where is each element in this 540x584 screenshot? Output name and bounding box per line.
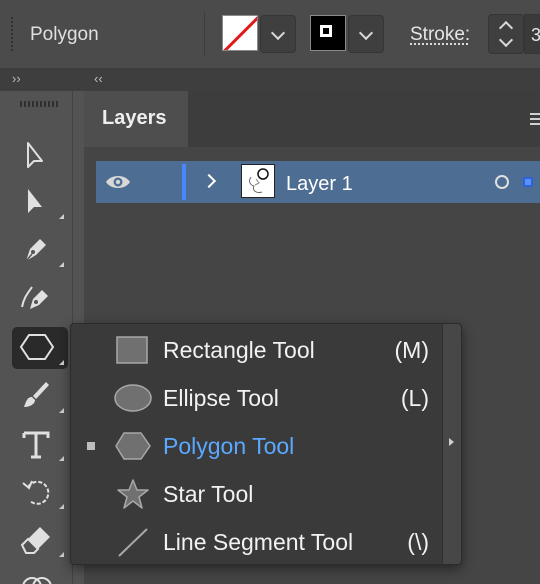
polygon-icon: [115, 432, 151, 460]
menu-item-rectangle-tool[interactable]: Rectangle Tool (M): [71, 326, 443, 374]
submenu-indicator: [59, 504, 64, 509]
layer-thumbnail: [241, 164, 275, 198]
chevron-right-icon[interactable]: [201, 173, 217, 189]
menu-item-shortcut: (\): [407, 529, 429, 555]
type-icon: [22, 431, 50, 459]
submenu-indicator: [59, 456, 64, 461]
panel-tab-bar: Layers: [84, 91, 540, 147]
panel-menu-icon[interactable]: [530, 113, 540, 127]
rotate-icon: [22, 480, 50, 505]
menu-item-label: Line Segment Tool: [163, 529, 354, 555]
submenu-indicator: [59, 552, 64, 557]
menu-item-shortcut: (M): [394, 337, 429, 363]
stroke-weight-stepper[interactable]: [488, 14, 524, 54]
shape-tools-flyout: Rectangle Tool (M) Ellipse Tool (L) Poly…: [70, 323, 462, 565]
selection-tool[interactable]: [12, 135, 68, 177]
chevron-down-icon: [358, 25, 374, 41]
menu-item-label: Polygon Tool: [163, 433, 295, 459]
stroke-swatch[interactable]: [310, 15, 346, 51]
fill-dropdown-button[interactable]: [260, 15, 296, 53]
menu-item-ellipse-tool[interactable]: Ellipse Tool (L): [71, 374, 443, 422]
divider: [204, 12, 205, 56]
submenu-indicator: [59, 262, 64, 267]
layer-selection-indicator[interactable]: [523, 177, 533, 187]
submenu-indicator: [59, 360, 64, 365]
panel-collapse-strip: ›› ‹‹: [0, 69, 540, 91]
shape-builder-icon: [22, 577, 52, 584]
direct-selection-arrow-icon: [28, 189, 42, 213]
layer-thumbnail-image: [249, 168, 269, 193]
tear-off-strip[interactable]: [442, 324, 461, 564]
selection-arrow-icon: [27, 142, 43, 168]
rotate-tool[interactable]: [12, 471, 68, 513]
rectangle-icon: [116, 336, 148, 364]
chevron-right-icon: [449, 438, 454, 446]
menu-item-label: Ellipse Tool: [163, 385, 279, 411]
current-tool-name: Polygon: [30, 24, 99, 45]
shape-builder-tool[interactable]: [12, 565, 68, 584]
expand-toolbar-toggle[interactable]: ››: [12, 71, 21, 86]
chevron-down-icon: [270, 25, 286, 41]
paintbrush-icon: [24, 382, 49, 407]
menu-item-polygon-tool[interactable]: Polygon Tool: [71, 422, 443, 470]
layer-name[interactable]: Layer 1: [286, 173, 353, 196]
type-tool[interactable]: [12, 423, 68, 465]
menu-item-shortcut: (L): [400, 385, 429, 411]
curvature-tool[interactable]: [12, 277, 68, 319]
layer-color-bar: [182, 164, 186, 200]
pen-tool[interactable]: [12, 229, 68, 271]
stroke-label[interactable]: Stroke:: [410, 24, 470, 46]
collapse-panels-toggle[interactable]: ‹‹: [94, 71, 103, 86]
eraser-icon: [20, 527, 50, 554]
fill-swatch[interactable]: [222, 15, 258, 51]
pen-icon: [25, 239, 46, 262]
layer-target-icon[interactable]: [495, 175, 509, 189]
submenu-indicator: [59, 214, 64, 219]
curvature-pen-icon: [21, 286, 48, 309]
stroke-dropdown-button[interactable]: [348, 15, 384, 53]
eraser-tool[interactable]: [12, 519, 68, 561]
direct-selection-tool[interactable]: [12, 181, 68, 223]
menu-item-star-tool[interactable]: Star Tool: [71, 470, 443, 518]
polygon-icon: [19, 334, 55, 360]
layer-row[interactable]: Layer 1: [96, 161, 540, 203]
chevron-down-icon[interactable]: [498, 32, 514, 48]
eye-icon[interactable]: [104, 171, 132, 193]
tools-panel-grip[interactable]: [20, 101, 58, 107]
tools-panel: [0, 91, 73, 584]
stroke-weight-input[interactable]: 3: [524, 14, 540, 54]
current-tool-indicator: [87, 442, 95, 450]
paintbrush-tool[interactable]: [12, 375, 68, 417]
submenu-indicator: [59, 408, 64, 413]
line-segment-icon: [118, 528, 148, 557]
star-icon: [117, 479, 149, 509]
control-bar-grip[interactable]: [10, 16, 14, 52]
control-bar: Polygon Stroke: 3: [0, 0, 540, 69]
menu-item-label: Rectangle Tool: [163, 337, 315, 363]
menu-item-label: Star Tool: [163, 481, 254, 507]
polygon-tool[interactable]: [12, 327, 68, 369]
ellipse-icon: [114, 384, 152, 412]
tab-layers[interactable]: Layers: [84, 91, 188, 147]
menu-item-line-segment-tool[interactable]: Line Segment Tool (\): [71, 518, 443, 566]
